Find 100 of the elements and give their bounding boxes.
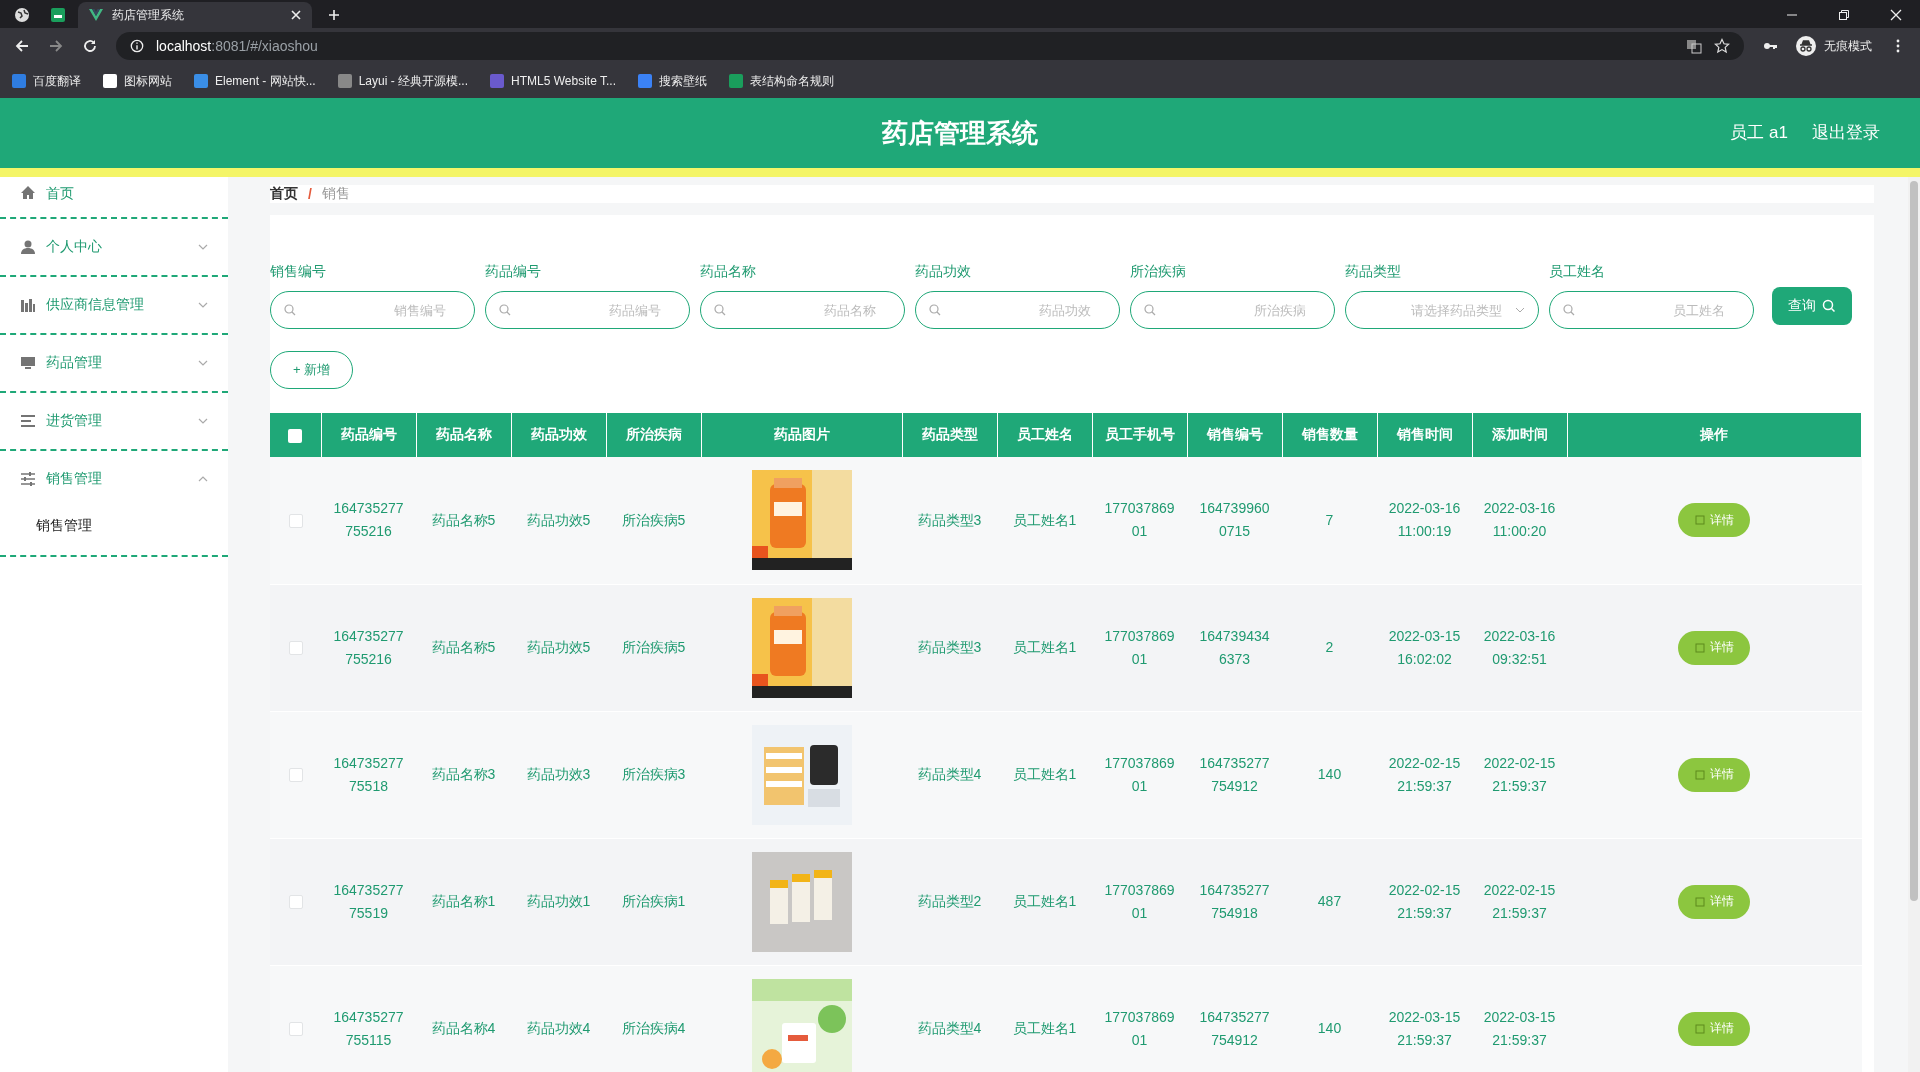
menu-item-icon — [20, 185, 36, 201]
row-checkbox[interactable] — [288, 641, 303, 656]
restore-icon[interactable] — [1838, 9, 1850, 21]
sidebar-item[interactable]: 销售管理 — [0, 451, 228, 507]
logout-link[interactable]: 退出登录 — [1812, 121, 1880, 144]
bookmark[interactable]: HTML5 Website T... — [490, 74, 616, 88]
search-icon — [929, 304, 941, 316]
table-cell: 17703786901 — [1092, 457, 1187, 584]
address-bar[interactable]: localhost:8081/#/xiaoshou — [116, 32, 1744, 60]
table-cell: 2022-03-15 21:59:37 — [1377, 965, 1472, 1072]
detail-button[interactable]: 详情 — [1678, 503, 1751, 538]
row-checkbox[interactable] — [288, 514, 303, 529]
table-cell: 2022-02-15 21:59:37 — [1377, 838, 1472, 965]
incognito-icon — [1796, 36, 1816, 56]
table-cell: 药品名称4 — [416, 965, 511, 1072]
table-cell: 所治疾病5 — [606, 584, 701, 711]
forward-icon[interactable] — [48, 38, 64, 54]
table-cell: 2022-02-15 21:59:37 — [1377, 711, 1472, 838]
back-icon[interactable] — [14, 38, 30, 54]
search-icon — [499, 304, 511, 316]
select-field[interactable]: 请选择药品类型 — [1345, 291, 1539, 329]
table-cell: 2022-03-16 11:00:19 — [1377, 457, 1472, 584]
row-checkbox[interactable] — [288, 768, 303, 783]
table-cell: 药品类型2 — [902, 838, 997, 965]
menu-item-icon — [20, 471, 36, 487]
bookmark[interactable]: 图标网站 — [103, 72, 172, 90]
table-cell: 164735277754918 — [1187, 838, 1282, 965]
detail-button[interactable]: 详情 — [1678, 884, 1751, 919]
table-cell: 员工姓名1 — [997, 584, 1092, 711]
info-icon — [130, 39, 144, 53]
user-name: 员工 a1 — [1730, 122, 1788, 144]
translate-icon[interactable] — [1686, 38, 1702, 54]
document-icon — [1694, 515, 1705, 526]
table-cell: 17703786901 — [1092, 711, 1187, 838]
column-header: 药品名称 — [416, 413, 511, 457]
bookmark[interactable]: Element - 网站快... — [194, 72, 316, 90]
search-field[interactable]: 员工姓名 — [1549, 291, 1754, 329]
profile-button[interactable]: 无痕模式 — [1796, 36, 1872, 56]
document-icon — [1694, 769, 1705, 780]
column-header: 药品类型 — [902, 413, 997, 457]
table-cell: 药品类型3 — [902, 584, 997, 711]
breadcrumb-current: 销售 — [321, 185, 350, 203]
bookmark[interactable]: 表结构命名规则 — [729, 72, 834, 90]
select-all-checkbox[interactable] — [288, 429, 303, 444]
sidebar-item[interactable]: 药品管理 — [0, 335, 228, 391]
sidebar-item[interactable]: 首页 — [0, 181, 228, 217]
column-header: 销售数量 — [1282, 413, 1377, 457]
search-field[interactable]: 药品功效 — [915, 291, 1120, 329]
table-cell: 药品名称5 — [416, 457, 511, 584]
menu-item-icon — [20, 297, 36, 313]
document-icon — [1694, 896, 1705, 907]
search-icon — [1822, 299, 1836, 313]
sidebar-subitem[interactable]: 销售管理 — [0, 507, 228, 555]
row-checkbox[interactable] — [288, 895, 303, 910]
sidebar-item[interactable]: 个人中心 — [0, 219, 228, 275]
table-cell: 1647394346373 — [1187, 584, 1282, 711]
chevron-icon — [1515, 305, 1525, 315]
table-cell: 140 — [1282, 965, 1377, 1072]
new-tab-icon[interactable] — [328, 9, 340, 21]
bookmark[interactable]: 百度翻译 — [12, 72, 81, 90]
table-cell: 2022-02-15 21:59:37 — [1472, 711, 1567, 838]
search-field[interactable]: 销售编号 — [270, 291, 475, 329]
table-cell: 2022-03-15 21:59:37 — [1472, 965, 1567, 1072]
bookmark-icon — [638, 74, 652, 88]
tab-title: 药店管理系统 — [112, 6, 185, 24]
filter-label: 药品类型 — [1345, 263, 1402, 281]
globe-icon[interactable] — [14, 7, 30, 23]
column-header: 添加时间 — [1472, 413, 1567, 457]
bookmark[interactable]: 搜索壁纸 — [638, 72, 707, 90]
bookmark-icon — [103, 74, 117, 88]
bookmark-icon — [729, 74, 743, 88]
detail-button[interactable]: 详情 — [1678, 757, 1751, 792]
column-header: 员工姓名 — [997, 413, 1092, 457]
column-header: 药品功效 — [511, 413, 606, 457]
add-button[interactable]: + 新增 — [270, 351, 353, 389]
bookmark-icon — [490, 74, 505, 88]
search-icon — [1144, 304, 1156, 316]
table-cell: 药品类型4 — [902, 711, 997, 838]
sidebar-item[interactable]: 供应商信息管理 — [0, 277, 228, 333]
search-field[interactable]: 药品名称 — [700, 291, 905, 329]
table-cell: 药品名称1 — [416, 838, 511, 965]
query-button[interactable]: 查询 — [1772, 287, 1852, 325]
scrollbar-thumb[interactable] — [1910, 181, 1918, 901]
reload-icon[interactable] — [82, 38, 98, 54]
bookmark[interactable]: Layui - 经典开源模... — [337, 72, 469, 90]
close-icon[interactable] — [1890, 9, 1902, 21]
close-icon[interactable] — [290, 9, 302, 21]
browser-tab[interactable]: 药店管理系统 — [78, 2, 312, 28]
table-cell: 164735277755216 — [321, 457, 416, 584]
search-field[interactable]: 药品编号 — [485, 291, 690, 329]
row-checkbox[interactable] — [288, 1022, 303, 1037]
breadcrumb-link[interactable]: 首页 — [270, 185, 298, 203]
sidebar-item[interactable]: 进货管理 — [0, 393, 228, 449]
detail-button[interactable]: 详情 — [1678, 1011, 1751, 1046]
app-title: 药店管理系统 — [882, 116, 1038, 150]
detail-button[interactable]: 详情 — [1678, 630, 1751, 665]
search-icon — [714, 304, 726, 316]
star-icon[interactable] — [1714, 38, 1730, 54]
search-field[interactable]: 所治疾病 — [1130, 291, 1335, 329]
sheet-tab-icon[interactable] — [50, 7, 66, 23]
